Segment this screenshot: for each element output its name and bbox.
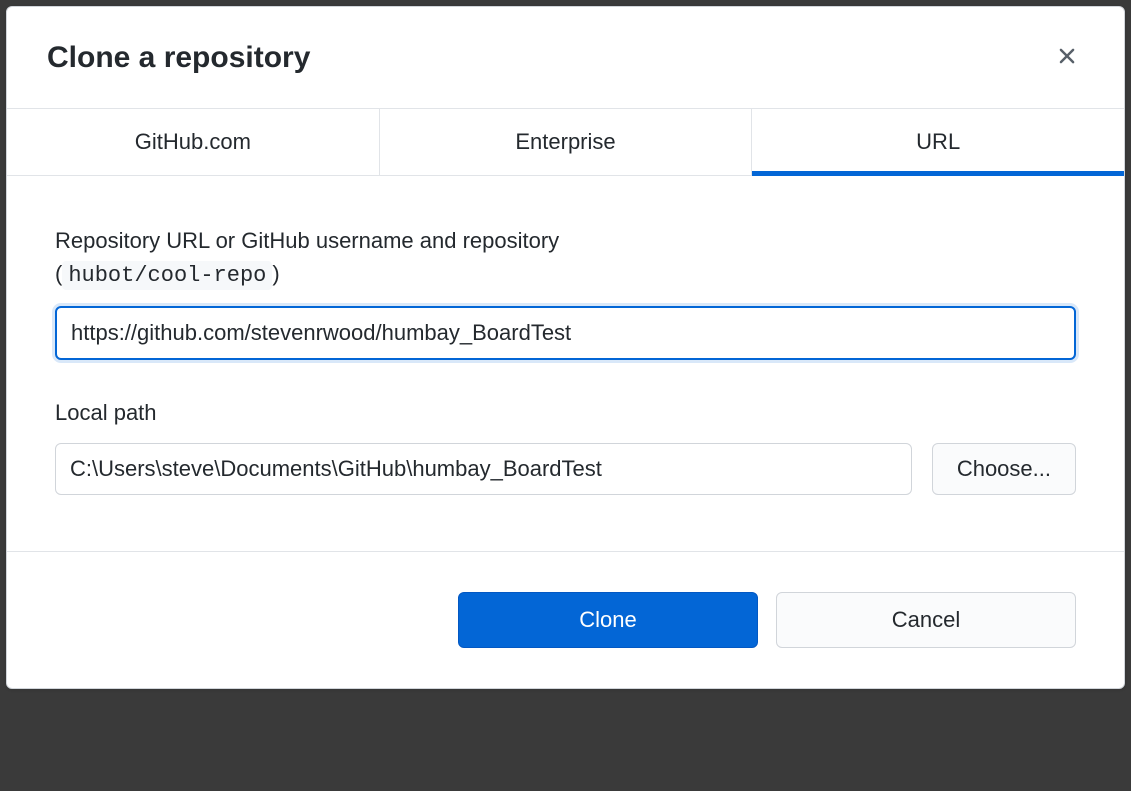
clone-button[interactable]: Clone [458, 592, 758, 648]
close-button[interactable] [1050, 39, 1084, 76]
close-icon [1054, 43, 1080, 72]
tab-bar: GitHub.com Enterprise URL [7, 109, 1124, 176]
local-path-label: Local path [55, 396, 1076, 429]
repo-url-input[interactable] [55, 306, 1076, 360]
repo-url-label-main: Repository URL or GitHub username and re… [55, 228, 559, 253]
tab-github[interactable]: GitHub.com [7, 109, 380, 175]
dialog-footer: Clone Cancel [7, 551, 1124, 688]
repo-url-label: Repository URL or GitHub username and re… [55, 224, 1076, 292]
dialog-title: Clone a repository [47, 41, 310, 75]
clone-repository-dialog: Clone a repository GitHub.com Enterprise… [6, 6, 1125, 689]
tab-enterprise[interactable]: Enterprise [380, 109, 753, 175]
tab-url[interactable]: URL [752, 109, 1124, 175]
local-path-field-group: Local path Choose... [55, 396, 1076, 495]
repo-url-example: (hubot/cool-repo) [55, 261, 280, 286]
local-path-row: Choose... [55, 443, 1076, 495]
repo-url-example-code: hubot/cool-repo [62, 261, 272, 290]
dialog-body: Repository URL or GitHub username and re… [7, 176, 1124, 551]
dialog-header: Clone a repository [7, 7, 1124, 109]
choose-button[interactable]: Choose... [932, 443, 1076, 495]
local-path-input[interactable] [55, 443, 912, 495]
cancel-button[interactable]: Cancel [776, 592, 1076, 648]
repo-url-field-group: Repository URL or GitHub username and re… [55, 224, 1076, 360]
